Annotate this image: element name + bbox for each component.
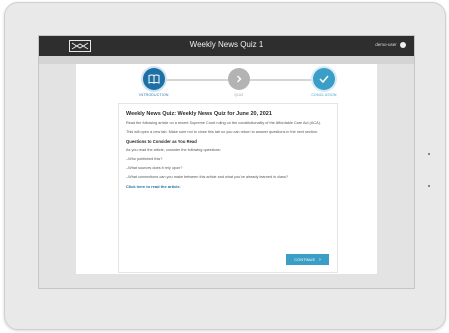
step-label-introduction: INTRODUCTION: [139, 93, 169, 97]
quiz-card: INTRODUCTION QUIZ CONCLUSION Weekly News…: [76, 64, 377, 274]
top-bar: Weekly News Quiz 1 demo-user: [39, 36, 414, 56]
sub-bar: [39, 56, 414, 64]
progress-steps: INTRODUCTION QUIZ CONCLUSION: [76, 64, 377, 98]
username: demo-user: [375, 42, 397, 48]
camera-dot: [428, 153, 430, 155]
step-connector: [165, 79, 228, 81]
step-label-conclusion: CONCLUSION: [311, 93, 337, 97]
step-conclusion[interactable]: [313, 68, 335, 90]
book-icon: [148, 74, 160, 84]
chevron-right-icon: ›: [319, 256, 321, 263]
questions-heading: Questions to Consider as You Read: [126, 139, 197, 144]
screen: Weekly News Quiz 1 demo-user INTRODUCTIO…: [38, 35, 415, 289]
content-heading: Weekly News Quiz: Weekly News Quiz for J…: [126, 111, 272, 117]
article-link[interactable]: Click here to read the article.: [126, 184, 326, 189]
step-connector: [250, 79, 313, 81]
sensor-dot: [428, 185, 430, 187]
new-tab-note: This will open a new tab. Make sure not …: [126, 130, 319, 134]
step-quiz[interactable]: [228, 68, 250, 90]
content-panel: Weekly News Quiz: Weekly News Quiz for J…: [118, 103, 338, 273]
step-introduction[interactable]: [143, 68, 165, 90]
chevron-right-icon: [237, 75, 242, 83]
tablet-frame: Weekly News Quiz 1 demo-user INTRODUCTIO…: [4, 2, 446, 330]
intro-paragraph: Read the following article on a recent S…: [126, 121, 321, 125]
questions-intro: As you read the article, consider the fo…: [126, 148, 221, 152]
question-1: –Who published this?: [126, 157, 163, 161]
step-label-quiz: QUIZ: [234, 93, 244, 97]
user-menu[interactable]: demo-user: [375, 42, 406, 48]
app-title: Weekly News Quiz 1: [189, 40, 264, 49]
continue-button[interactable]: CONTINUE ›: [286, 254, 329, 265]
checkmark-icon: [319, 75, 329, 83]
user-avatar-icon: [400, 42, 406, 48]
continue-label: CONTINUE: [294, 257, 316, 262]
question-2: –What sources does it rely upon?: [126, 166, 183, 170]
question-3: –What connections can you make between t…: [126, 175, 288, 179]
